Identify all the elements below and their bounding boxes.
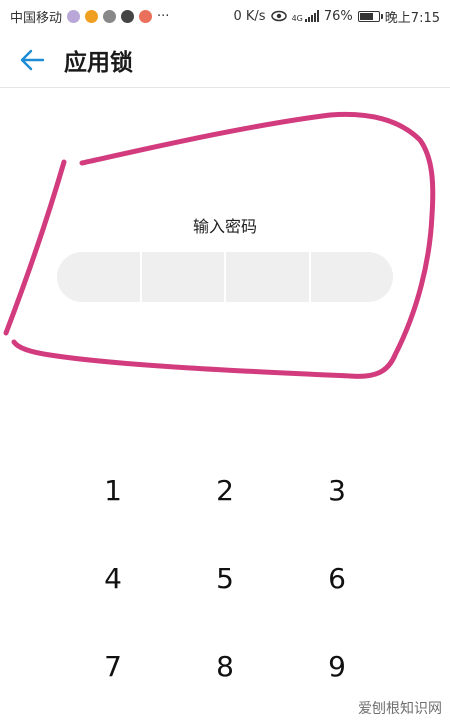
more-notifications: ··· (157, 8, 170, 24)
app-notification-icon (121, 9, 135, 23)
key-1[interactable]: 1 (68, 450, 158, 530)
pin-cell (226, 252, 311, 302)
network-type: 4G (291, 13, 303, 23)
eye-icon (270, 10, 287, 22)
key-7[interactable]: 7 (68, 626, 158, 706)
watermark: 爱刨根知识网 (358, 701, 442, 717)
status-left: 中国移动 ··· (10, 7, 169, 26)
key-6[interactable]: 6 (292, 538, 382, 618)
app-notification-icon (103, 9, 117, 23)
pin-cell (311, 252, 394, 302)
key-4[interactable]: 4 (68, 538, 158, 618)
pin-label: 输入密码 (192, 217, 257, 236)
net-speed: 0 K/s (233, 8, 266, 24)
app-notification-icon (139, 9, 153, 23)
battery-fill (359, 12, 373, 20)
battery-percent: 76% (323, 8, 353, 24)
pin-input[interactable] (57, 252, 393, 302)
battery-icon (357, 10, 383, 22)
key-8[interactable]: 8 (180, 626, 270, 706)
key-5[interactable]: 5 (180, 538, 270, 618)
signal-icon (304, 10, 319, 22)
key-9[interactable]: 9 (292, 626, 382, 706)
back-button[interactable] (0, 32, 64, 88)
arrow-left-icon (20, 49, 45, 70)
carrier-name: 中国移动 (10, 10, 63, 26)
pin-cell (57, 252, 142, 302)
clock: 晚上7:15 (384, 10, 440, 26)
status-right: 0 K/s 4G 76% 晚上7:15 (234, 7, 441, 26)
app-notification-icon (85, 9, 99, 23)
key-3[interactable]: 3 (292, 450, 382, 530)
app-header: 应用锁 (0, 32, 450, 88)
status-bar: 中国移动 ··· 0 K/s 4G 76% 晚上7:15 (0, 0, 450, 32)
page-title: 应用锁 (64, 49, 133, 76)
app-notification-icon (67, 9, 81, 23)
pin-cell (142, 252, 226, 302)
key-2[interactable]: 2 (180, 450, 270, 530)
